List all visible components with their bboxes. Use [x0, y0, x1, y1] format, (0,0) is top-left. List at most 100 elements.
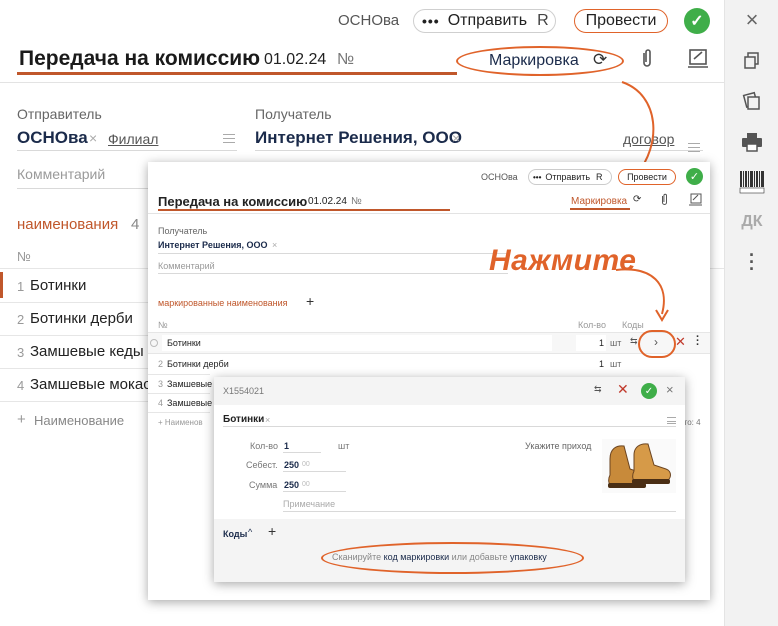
detail-qty-unit: шт: [338, 441, 350, 451]
sender-label: Отправитель: [17, 106, 102, 122]
org-name: ОСНОва: [338, 12, 400, 29]
overlay-add-marked-icon[interactable]: +: [306, 293, 314, 309]
overlay-row-divider: [148, 412, 210, 413]
item-detail-panel: X1554021 ⇆ ✕ ✓ × Ботинки × Кол-во 1 шт С…: [214, 377, 685, 582]
overlay-send-button[interactable]: ••• Отправить R: [528, 169, 612, 185]
detail-receipt-hint[interactable]: Укажите приход: [525, 441, 591, 451]
detail-close-icon[interactable]: ×: [666, 382, 674, 397]
overlay-doc-number[interactable]: №: [351, 196, 362, 207]
overlay-org-name: ОСНОва: [481, 172, 518, 182]
post-button[interactable]: Провести: [574, 9, 668, 33]
items-no-header: №: [17, 249, 31, 264]
overlay-delete-row-icon[interactable]: ✕: [675, 334, 686, 350]
overlay-post-button[interactable]: Провести: [618, 169, 676, 185]
confirm-icon[interactable]: ✓: [684, 8, 710, 34]
comment-field[interactable]: Комментарий: [17, 166, 105, 182]
overlay-table-row[interactable]: 3 Замшевые: [148, 375, 214, 393]
overlay-col-qty: Кол-во: [578, 320, 606, 330]
overlay-table-row[interactable]: 2 Ботинки дерби 1 шт: [148, 354, 710, 374]
send-shortcut: R: [537, 12, 549, 29]
more-vertical-icon[interactable]: · · ·: [736, 246, 768, 278]
right-toolbar: × ДК · · ·: [724, 0, 778, 626]
clear-sender-icon[interactable]: ×: [89, 130, 97, 146]
overlay-refresh-icon[interactable]: ⟳: [633, 194, 641, 205]
overlay-confirm-icon[interactable]: ✓: [686, 168, 703, 185]
detail-qty-label: Кол-во: [250, 441, 278, 451]
detail-qty-field[interactable]: 1: [284, 441, 289, 451]
detail-note-field[interactable]: Примечание: [283, 499, 335, 509]
detail-confirm-icon[interactable]: ✓: [641, 383, 657, 399]
detail-codes-icon[interactable]: ⇆: [594, 384, 602, 395]
detail-product-menu-icon[interactable]: [667, 417, 676, 424]
detail-clear-product-icon[interactable]: ×: [265, 415, 270, 425]
product-image: [602, 439, 676, 493]
overlay-receiver-underline: [158, 253, 508, 254]
barcode-icon[interactable]: [736, 166, 768, 198]
table-row[interactable]: 3 Замшевые кеды: [0, 336, 150, 368]
overlay-comment-field[interactable]: Комментарий: [158, 261, 215, 271]
overlay-marking-underline: [570, 208, 630, 210]
refresh-icon[interactable]: ⟳: [593, 50, 607, 70]
title-underline: [17, 72, 457, 75]
overlay-comment-underline: [158, 273, 508, 274]
overlay-table-row[interactable]: Ботинки Ботинки 1 шт ⇆ › ✕ ···: [148, 332, 710, 353]
detail-cost-underline: [283, 471, 346, 472]
doc-number[interactable]: №: [337, 51, 354, 69]
marking-code-link[interactable]: код маркировки: [384, 552, 450, 562]
detail-product-name[interactable]: Ботинки: [223, 414, 264, 425]
chevron-up-icon[interactable]: ^: [248, 527, 252, 537]
overlay-sign-icon[interactable]: [688, 192, 703, 211]
detail-cost-field[interactable]: 250: [284, 460, 299, 470]
overlay-receiver-field[interactable]: Интернет Решения, ООО: [158, 240, 268, 250]
overlay-receiver-label: Получатель: [158, 226, 208, 236]
overlay-add-item-button[interactable]: + Наименов: [158, 418, 203, 427]
detail-add-code-icon[interactable]: +: [268, 523, 276, 539]
receiver-field[interactable]: Интернет Решения, ООО: [255, 128, 462, 148]
row-divider: [0, 401, 150, 402]
receiver-label: Получатель: [255, 106, 332, 122]
marking-button[interactable]: Маркировка: [489, 52, 579, 70]
copy-icon[interactable]: [736, 45, 768, 77]
send-button[interactable]: ••• Отправить R: [413, 9, 556, 33]
close-icon[interactable]: ×: [736, 4, 768, 36]
detail-cost-label: Себест.: [246, 460, 278, 470]
package-link[interactable]: упаковку: [510, 552, 547, 562]
table-row[interactable]: 1 Ботинки: [0, 270, 150, 302]
sign-document-icon[interactable]: [686, 47, 710, 74]
overlay-clear-receiver-icon[interactable]: ×: [272, 240, 277, 250]
overlay-header-divider: [148, 213, 710, 214]
print-icon[interactable]: [736, 126, 768, 158]
detail-codes-toggle[interactable]: Коды: [223, 529, 247, 539]
detail-sum-underline: [283, 491, 346, 492]
overlay-marking-tab[interactable]: Маркировка: [571, 196, 627, 207]
documents-icon[interactable]: [736, 85, 768, 117]
hint-arrow-icon: [615, 268, 669, 322]
send-label: Отправить: [447, 12, 528, 29]
branch-link[interactable]: Филиал: [108, 131, 158, 147]
detail-code: X1554021: [223, 386, 265, 396]
table-row[interactable]: 2 Ботинки дерби: [0, 303, 150, 335]
more-icon: •••: [422, 13, 440, 29]
overlay-table-row[interactable]: 4 Замшевые: [148, 394, 214, 412]
add-item-plus-icon[interactable]: +: [17, 411, 26, 428]
detail-sum-field[interactable]: 250: [284, 480, 299, 490]
overlay-row-more-icon[interactable]: · · ·: [696, 332, 700, 351]
page-title: Передача на комиссию: [19, 47, 261, 70]
overlay-attachment-icon[interactable]: [660, 192, 669, 211]
post-label: Провести: [585, 12, 657, 29]
expand-highlight: [638, 330, 676, 358]
dk-button[interactable]: ДК: [736, 206, 768, 238]
doc-date[interactable]: 01.02.24: [264, 51, 326, 69]
sender-menu-icon[interactable]: [223, 134, 235, 143]
sender-field[interactable]: ОСНОва: [17, 128, 88, 148]
clear-receiver-icon[interactable]: ×: [452, 130, 460, 146]
table-row[interactable]: 4 Замшевые мокас: [0, 369, 150, 401]
detail-cost-cents: 00: [302, 461, 310, 468]
detail-delete-icon[interactable]: ✕: [617, 381, 629, 398]
attachment-icon[interactable]: [640, 47, 654, 75]
overlay-date[interactable]: 01.02.24: [308, 196, 347, 207]
overlay-codes-icon[interactable]: ⇆: [630, 336, 638, 347]
add-item-button[interactable]: Наименование: [34, 413, 124, 428]
detail-product-underline: [223, 426, 676, 427]
detail-sum-label: Сумма: [249, 480, 278, 490]
